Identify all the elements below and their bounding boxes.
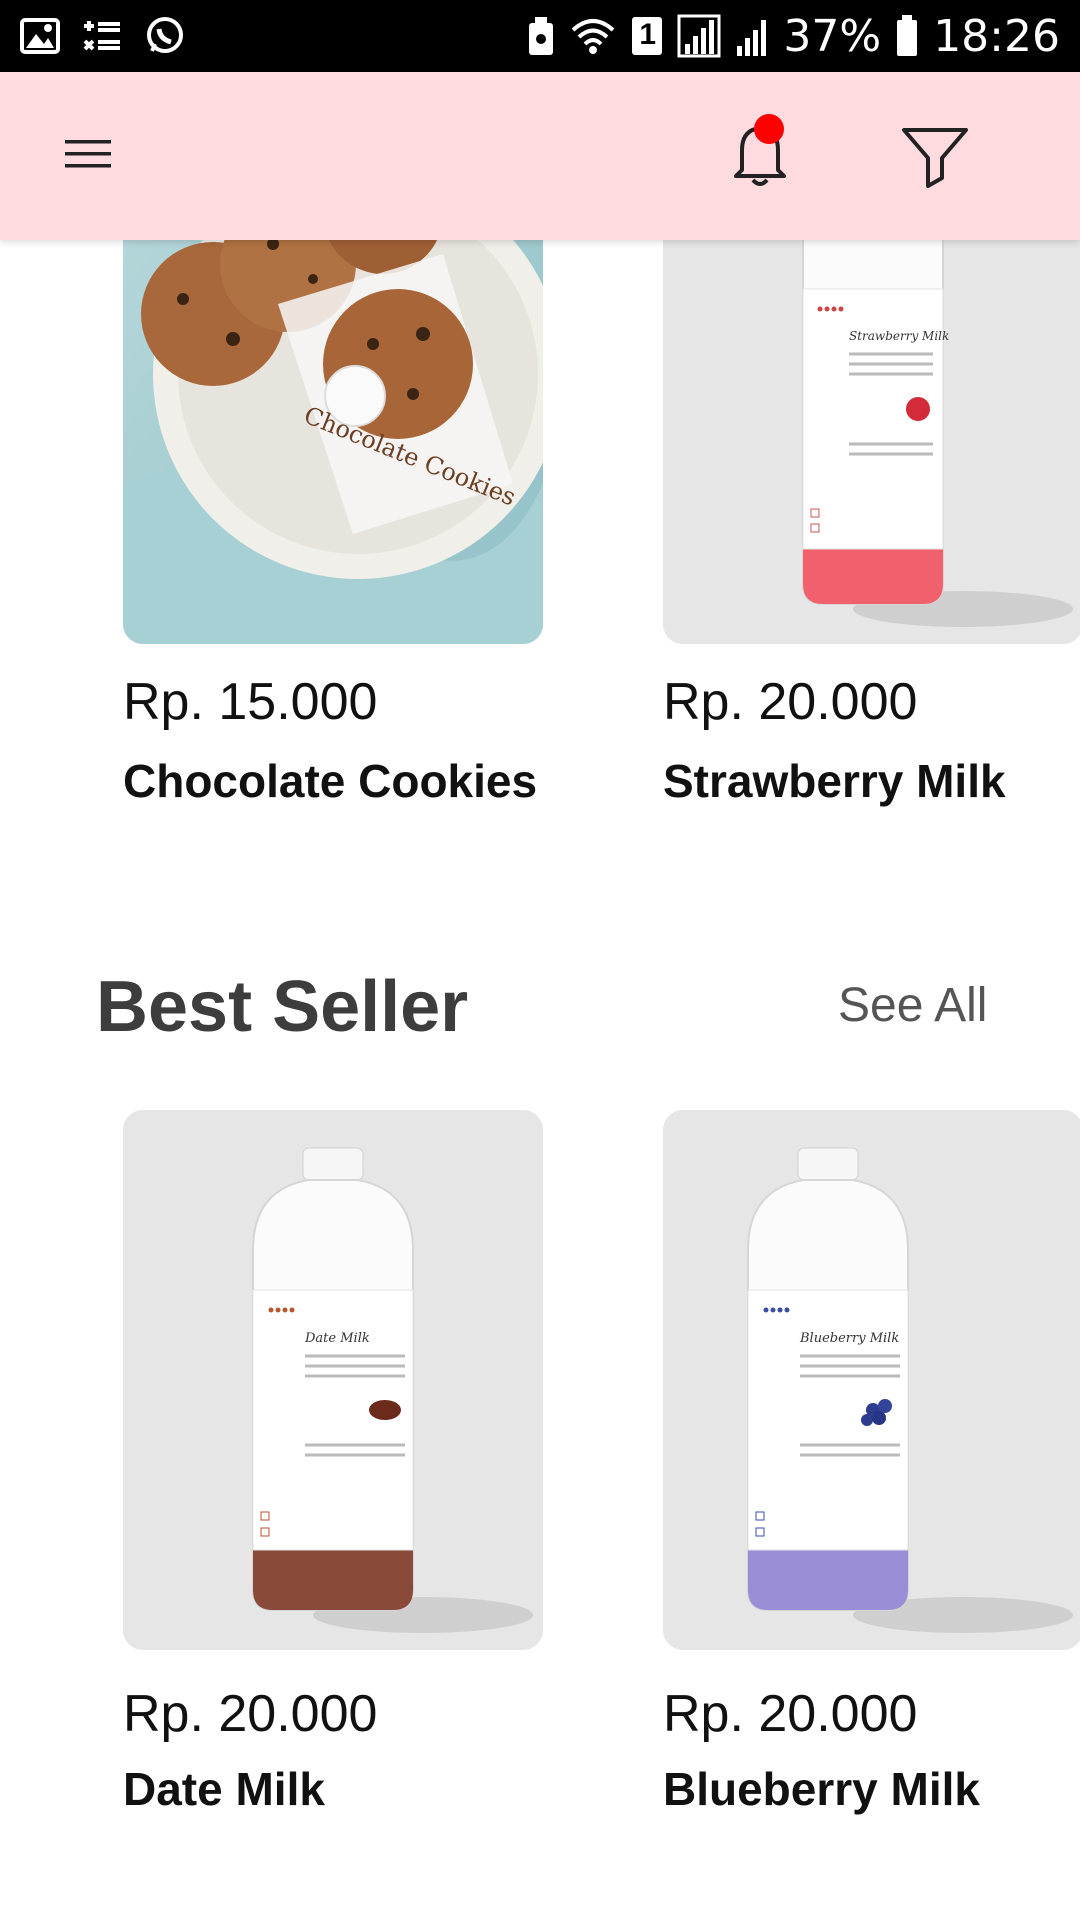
- filter-button[interactable]: [900, 124, 970, 190]
- usb-icon: [527, 15, 555, 57]
- wifi-icon: [569, 16, 617, 56]
- notification-dot: [754, 114, 784, 144]
- bottle-label-text: Strawberry Milk: [849, 329, 949, 343]
- bell-icon: [728, 126, 792, 196]
- image-icon: [20, 18, 60, 54]
- product-image-blueberry-milk[interactable]: Blueberry Milk: [663, 1110, 1080, 1650]
- whatsapp-icon: [144, 15, 186, 57]
- clock: 18:26: [933, 10, 1060, 62]
- product-image-date-milk[interactable]: Date Milk: [123, 1110, 543, 1650]
- signal-icon: [677, 14, 721, 58]
- app-bar: [0, 72, 1080, 240]
- tasks-icon: [82, 18, 122, 54]
- product-price: Rp. 20.000: [663, 673, 918, 731]
- product-price: Rp. 15.000: [123, 673, 378, 731]
- product-name: Chocolate Cookies: [123, 755, 538, 807]
- notification-button[interactable]: [728, 114, 792, 192]
- menu-button[interactable]: [60, 128, 116, 184]
- status-bar: 1 37% 18:26: [0, 0, 1080, 72]
- bottle-label-text: Blueberry Milk: [799, 1331, 899, 1346]
- hamburger-menu-icon: [65, 139, 111, 174]
- sim-icon: 1: [631, 16, 663, 56]
- product-price: Rp. 20.000: [663, 1685, 918, 1743]
- battery-percent: 37%: [783, 10, 882, 62]
- product-name: Date Milk: [123, 1763, 325, 1815]
- bottle-label-text: Date Milk: [304, 1331, 370, 1346]
- see-all-link[interactable]: See All: [838, 978, 987, 1033]
- filter-icon: [900, 128, 970, 194]
- battery-icon: [895, 15, 919, 57]
- signal-icon: [735, 16, 769, 56]
- section-title-best-seller: Best Seller: [96, 967, 469, 1047]
- product-name: Strawberry Milk: [663, 755, 1006, 807]
- product-price: Rp. 20.000: [123, 1685, 378, 1743]
- product-name: Blueberry Milk: [663, 1763, 980, 1815]
